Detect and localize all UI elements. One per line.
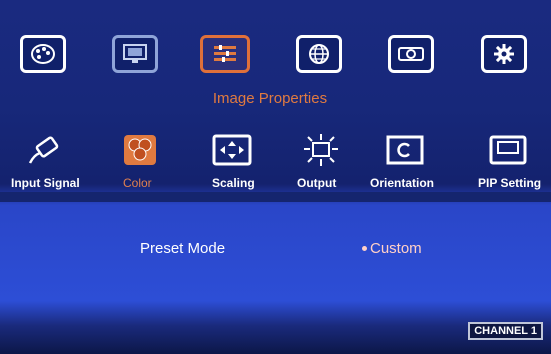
sub-menu-color[interactable]: Color [123, 176, 152, 190]
channel-badge: CHANNEL 1 [468, 322, 543, 340]
monitor-icon [123, 44, 147, 63]
gear-icon [494, 44, 514, 64]
sub-menu-input-signal-icon-box[interactable] [22, 133, 66, 167]
sub-menu-output[interactable]: Output [297, 176, 336, 190]
preset-mode-label: Preset Mode [140, 240, 226, 257]
image-properties-icon [214, 45, 236, 62]
sub-menu-output-icon-box[interactable] [299, 133, 343, 167]
sub-menu-orientation[interactable]: Orientation [370, 176, 434, 190]
sub-menu-scaling-icon-box[interactable] [210, 133, 254, 167]
section-title: Image Properties [212, 90, 328, 107]
selected-dot-icon [362, 245, 367, 251]
osd-screen: Image Properties Input Signal Color Scal… [0, 0, 551, 354]
sub-menu-scaling[interactable]: Scaling [212, 176, 255, 190]
top-menu-image-properties[interactable] [200, 35, 250, 73]
globe-icon [309, 44, 329, 64]
top-menu-settings[interactable] [481, 35, 527, 73]
top-menu-globe[interactable] [296, 35, 342, 73]
palette-icon [31, 44, 55, 64]
orientation-icon [386, 135, 424, 165]
sub-menu-color-icon-box[interactable] [118, 133, 162, 167]
projector-icon [398, 47, 424, 61]
plug-icon [28, 136, 59, 164]
top-menu-projector[interactable] [388, 35, 434, 73]
top-menu-monitor[interactable] [112, 35, 158, 73]
sub-menu-orientation-icon-box[interactable] [383, 133, 427, 167]
pip-icon [489, 135, 527, 165]
sub-menu-input-signal[interactable]: Input Signal [11, 176, 80, 190]
preset-mode-value[interactable]: Custom [362, 240, 422, 257]
output-sun-icon [304, 134, 338, 166]
menu-divider [0, 192, 551, 202]
top-menu-palette[interactable] [20, 35, 66, 73]
preset-mode-value-text: Custom [370, 240, 422, 257]
scaling-icon [212, 134, 252, 166]
sub-menu-pip-setting[interactable]: PIP Setting [478, 176, 551, 190]
rgb-color-icon [124, 135, 156, 165]
sub-menu-pip-icon-box[interactable] [486, 133, 530, 167]
